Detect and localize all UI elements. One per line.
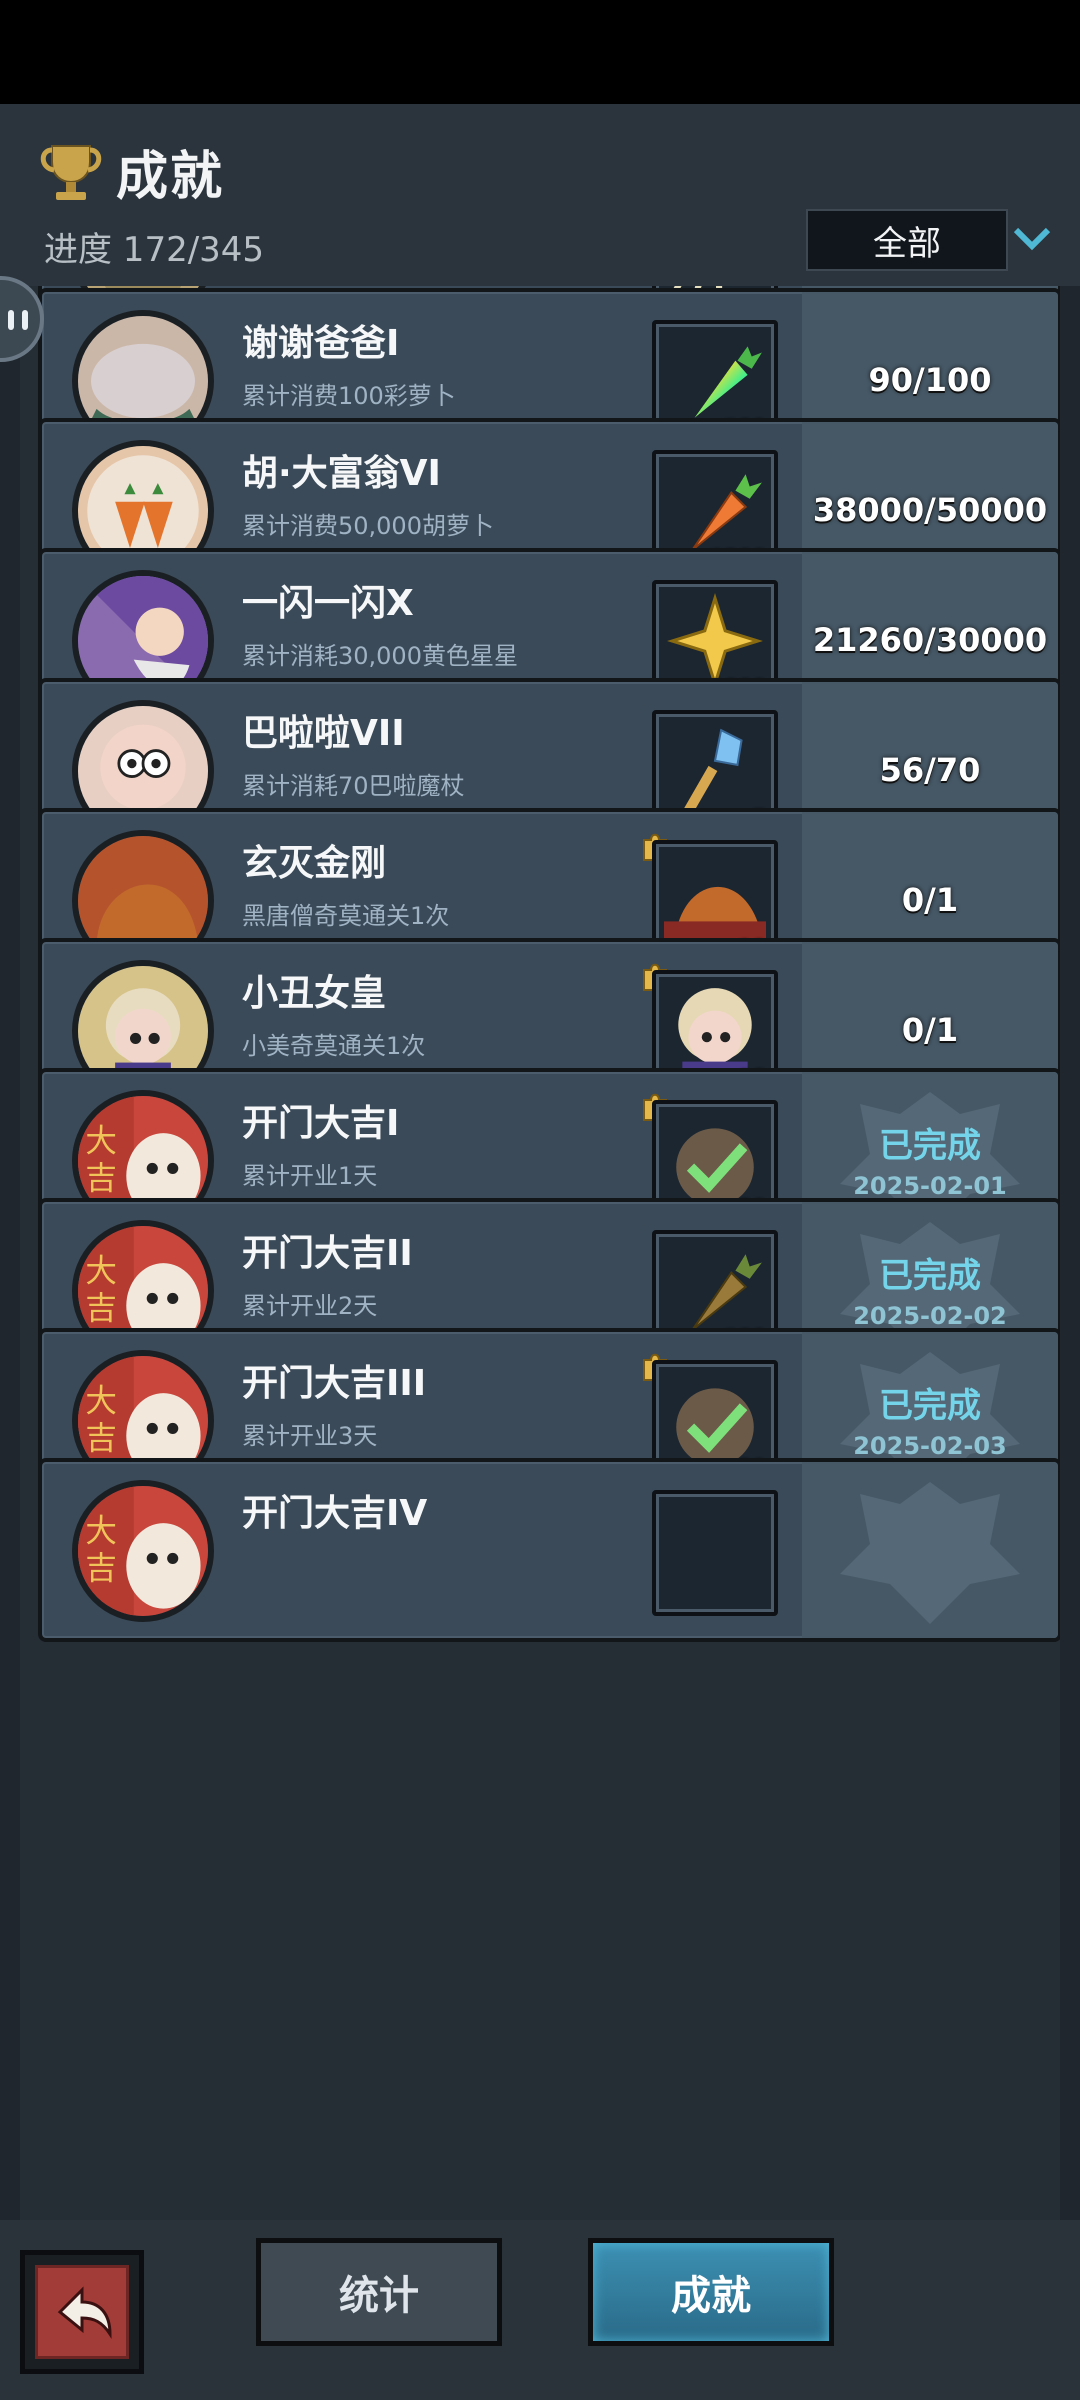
completed-label: 已完成 [879, 1126, 981, 1166]
completed-label: 已完成 [879, 1256, 981, 1296]
chevron-down-icon[interactable] [1012, 224, 1052, 254]
trophy-icon [40, 144, 102, 200]
achievement-card[interactable]: 大吉开门大吉IV [38, 1458, 1060, 1642]
achievement-list[interactable]: 角斗之地段位提升20次119/20谢谢爸爸I累计消费100彩萝卜10090/10… [20, 286, 1060, 2220]
achievement-list-scroll[interactable]: 角斗之地段位提升20次119/20谢谢爸爸I累计消费100彩萝卜10090/10… [20, 286, 1060, 2220]
tab-achievements[interactable]: 成就 [588, 2238, 834, 2346]
completed-status [802, 1462, 1058, 1638]
back-button[interactable] [20, 2250, 144, 2374]
progress-text: 进度 172/345 [44, 230, 265, 270]
svg-text:大: 大 [85, 1254, 117, 1290]
achievement-avatar: 大吉 [72, 1480, 214, 1622]
svg-text:大: 大 [85, 1124, 117, 1160]
achievement-description: 累计开业3天 [242, 1422, 378, 1450]
achievement-name: 玄灭金刚 [242, 843, 387, 884]
achievement-description: 黑唐僧奇莫通关1次 [242, 902, 450, 930]
achievement-description: 累计开业2天 [242, 1292, 378, 1320]
status-bar [0, 0, 1080, 104]
svg-text:吉: 吉 [85, 1421, 117, 1457]
completed-date: 2025-02-03 [853, 1432, 1007, 1460]
achievement-name: 开门大吉IV [242, 1493, 428, 1534]
svg-text:吉: 吉 [85, 1161, 117, 1197]
svg-text:大: 大 [85, 1384, 117, 1420]
achievement-name: 一闪一闪X [242, 583, 414, 624]
achievement-description: 累计消耗30,000黄色星星 [242, 642, 518, 670]
achievement-description: 累计消耗70巴啦魔杖 [242, 772, 465, 800]
achievement-name: 开门大吉I [242, 1103, 400, 1144]
tab-stats[interactable]: 统计 [256, 2238, 502, 2346]
filter-dropdown[interactable]: 全部 [806, 209, 1008, 271]
achievement-description: 累计开业1天 [242, 1162, 378, 1190]
achievement-description: 小美奇莫通关1次 [242, 1032, 426, 1060]
completed-date: 2025-02-01 [853, 1172, 1007, 1200]
achievement-name: 开门大吉II [242, 1233, 413, 1274]
achievement-description: 累计消费50,000胡萝卜 [242, 512, 494, 540]
achievement-name: 巴啦啦VII [242, 713, 405, 754]
achievement-name: 小丑女皇 [242, 973, 387, 1014]
page-title: 成就 [116, 147, 225, 207]
filter-selected-value: 全部 [873, 223, 941, 264]
reward-slot[interactable] [652, 1490, 778, 1616]
svg-text:吉: 吉 [85, 1551, 117, 1587]
achievement-name: 胡·大富翁VI [242, 453, 441, 494]
back-arrow-icon [57, 2286, 112, 2339]
completed-label: 已完成 [879, 1386, 981, 1426]
svg-text:大: 大 [85, 1514, 117, 1550]
achievement-description: 累计消费100彩萝卜 [242, 382, 456, 410]
achievement-name: 开门大吉III [242, 1363, 427, 1404]
bottom-bar: 统计 成就 [0, 2220, 1080, 2400]
svg-text:吉: 吉 [85, 1291, 117, 1327]
achievement-name: 谢谢爸爸I [242, 323, 400, 364]
page-header: 成就 进度 172/345 全部 [0, 104, 1080, 286]
title-group: 成就 [38, 134, 224, 209]
laurel-emblem-icon [840, 1482, 1020, 1624]
completed-date: 2025-02-02 [853, 1302, 1007, 1330]
